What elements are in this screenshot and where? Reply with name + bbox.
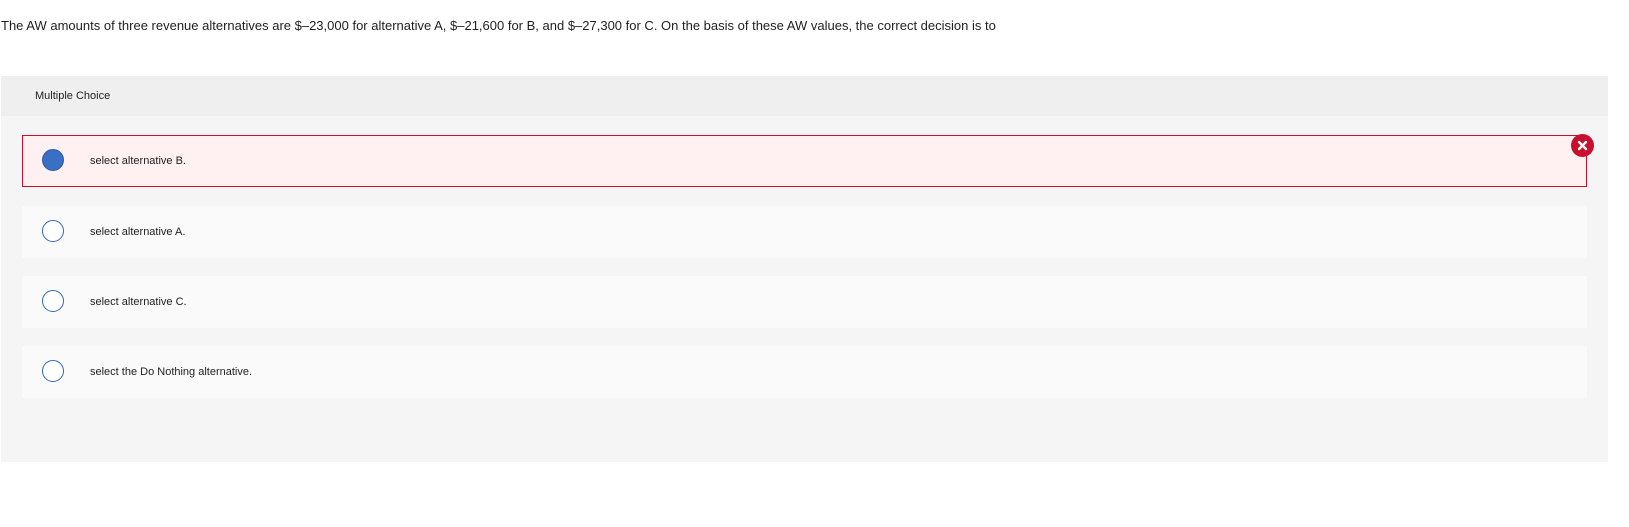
radio-icon[interactable] [42,360,64,382]
panel-header: Multiple Choice [1,76,1608,116]
radio-icon[interactable] [42,220,64,242]
radio-icon[interactable] [42,290,64,312]
multiple-choice-panel: Multiple Choice select alternative B. se… [1,76,1608,462]
panel-title: Multiple Choice [35,90,111,102]
choice-option-a[interactable]: select alternative A. [22,206,1587,258]
choice-label: select the Do Nothing alternative. [90,366,253,378]
question-text: The AW amounts of three revenue alternat… [1,18,996,33]
choice-label: select alternative C. [90,296,187,308]
choice-option-c[interactable]: select alternative C. [22,276,1587,328]
choice-label: select alternative B. [90,155,186,167]
close-x-icon [1577,140,1588,151]
radio-selected-icon[interactable] [42,149,64,171]
choice-option-b[interactable]: select alternative B. [22,135,1587,187]
choice-label: select alternative A. [90,226,186,238]
incorrect-x-icon [1571,134,1594,157]
choice-option-do-nothing[interactable]: select the Do Nothing alternative. [22,346,1587,398]
